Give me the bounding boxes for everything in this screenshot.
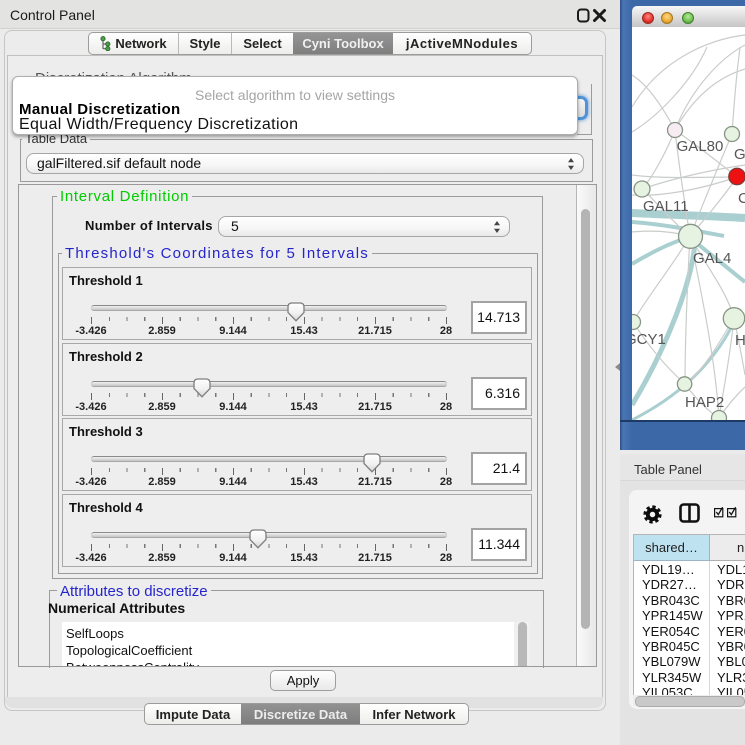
svg-text:HAP2: HAP2 [685,394,724,411]
svg-text:GAL80: GAL80 [677,138,724,155]
svg-text:G.: G. [734,146,745,163]
svg-text:GAL11: GAL11 [643,198,689,215]
svg-text:H: H [735,332,745,349]
svg-text:GAL4: GAL4 [693,250,731,267]
svg-text:C: C [738,190,745,207]
svg-text:GCY1: GCY1 [632,331,666,348]
